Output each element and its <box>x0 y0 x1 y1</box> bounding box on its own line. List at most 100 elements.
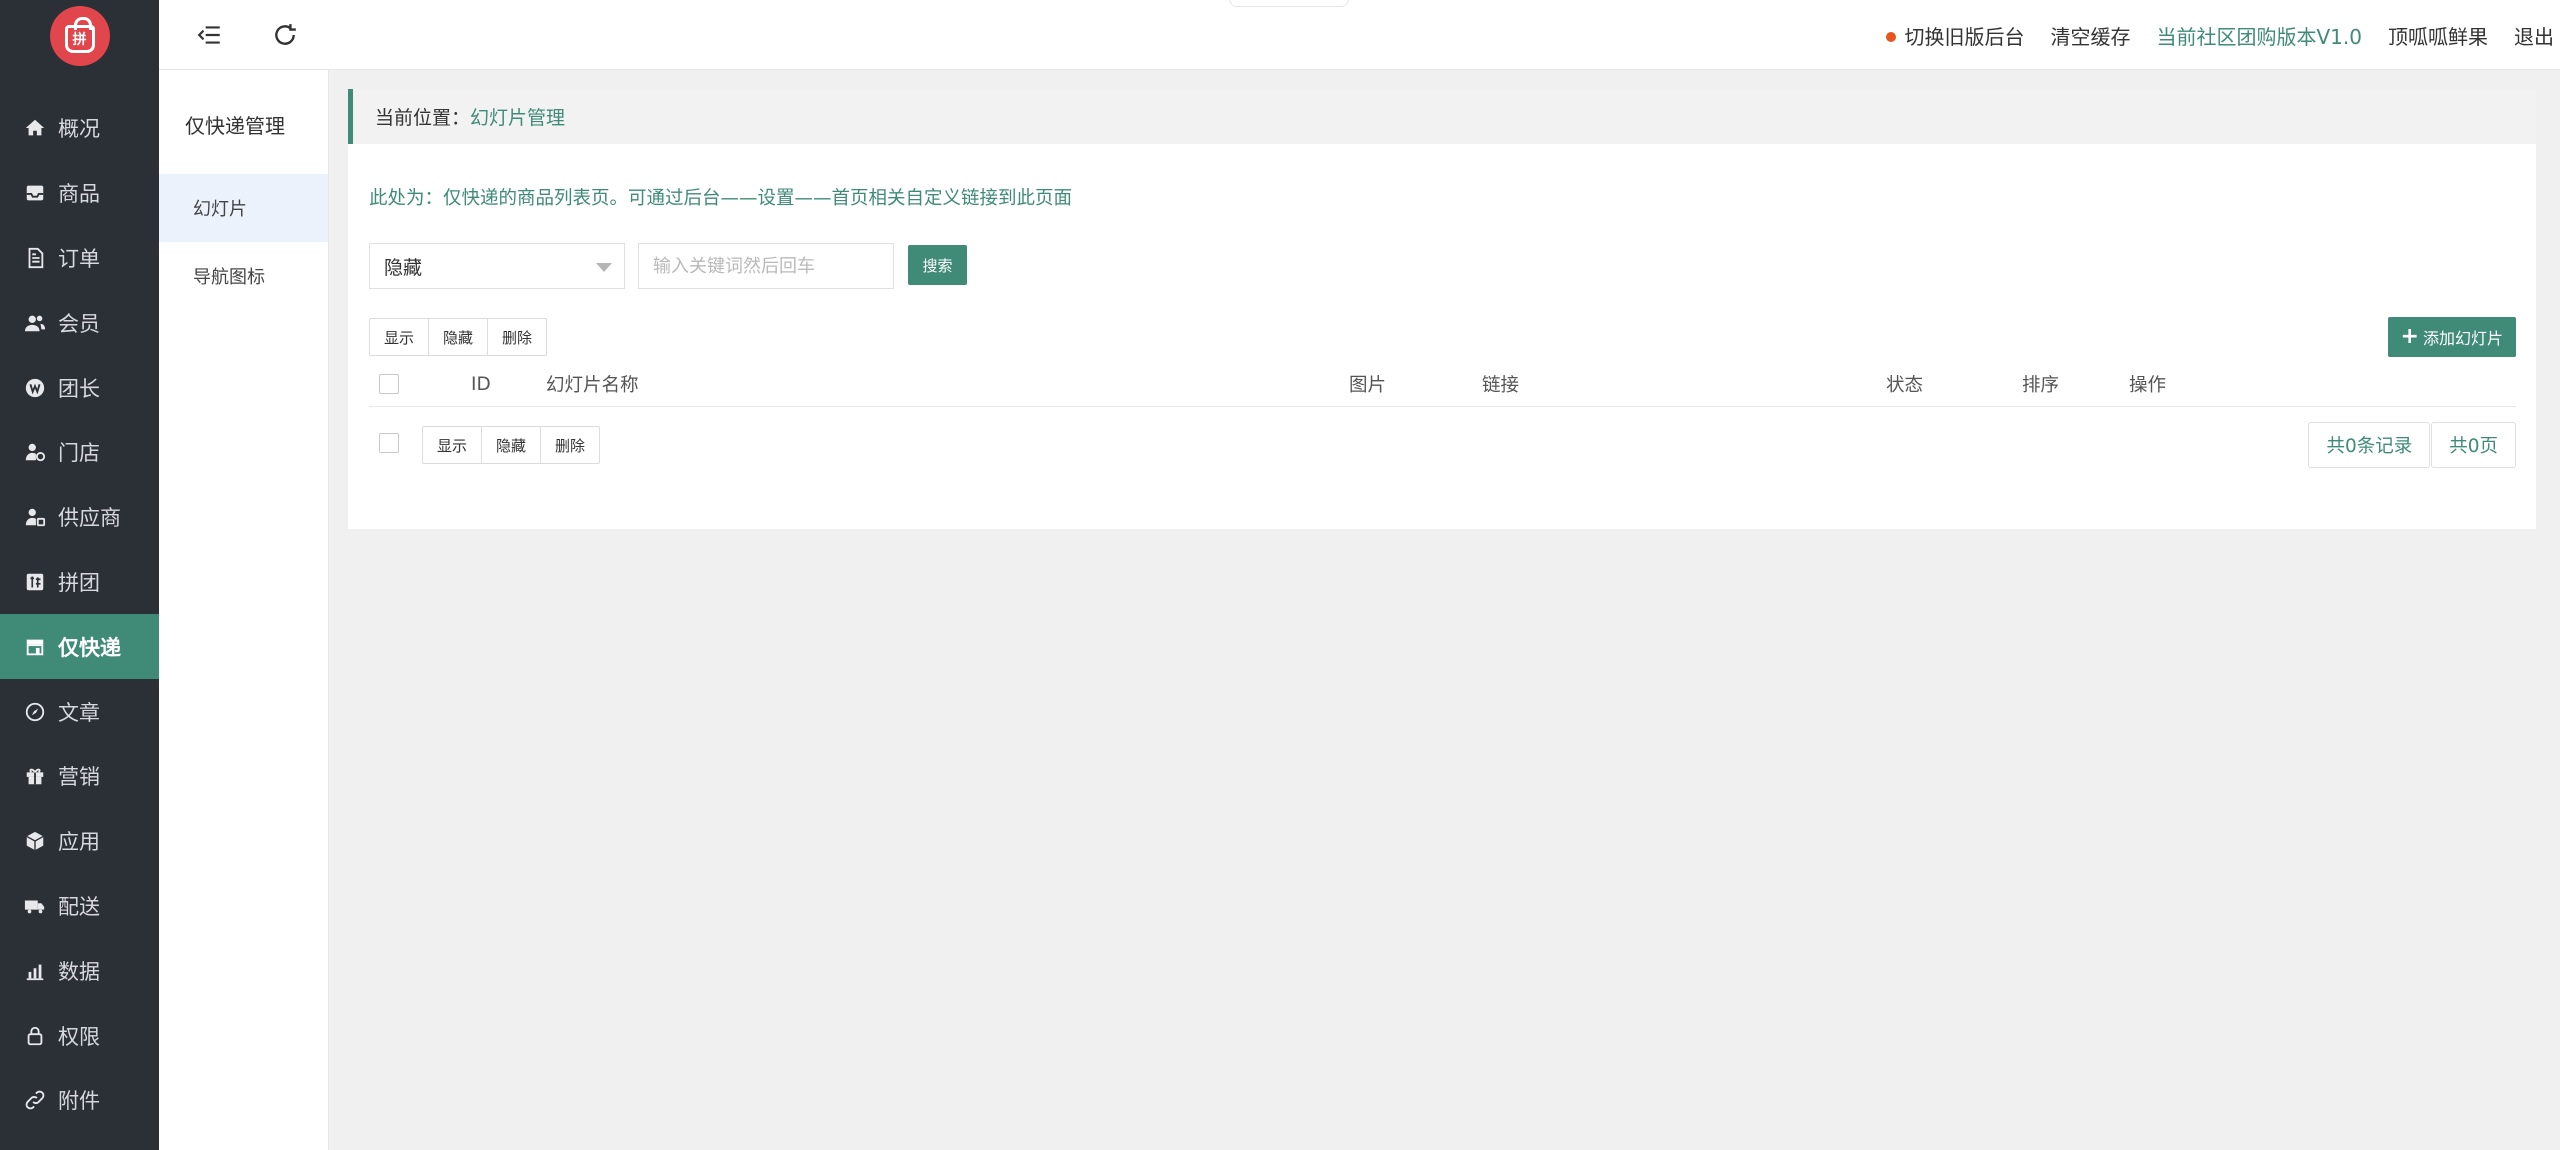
nav-label: 供应商 <box>58 506 121 531</box>
users-icon <box>24 312 46 334</box>
lock-icon <box>24 1025 46 1047</box>
header-notch <box>1229 0 1349 7</box>
nav-label: 订单 <box>58 246 100 271</box>
nav-item-stores[interactable]: 门店 <box>0 420 159 485</box>
refresh-icon[interactable] <box>272 22 298 48</box>
breadcrumb-prefix: 当前位置： <box>375 107 471 129</box>
hide-button-bottom[interactable]: 隐藏 <box>481 426 542 464</box>
total-records: 共0条记录 <box>2308 422 2431 468</box>
column-header-actions: 操作 <box>2129 375 2167 396</box>
column-header-sort: 排序 <box>2022 375 2060 396</box>
nav-item-goods[interactable]: 商品 <box>0 161 159 226</box>
content-panel: 当前位置： 幻灯片管理 此处为：仅快递的商品列表页。可通过后台——设置——首页相… <box>348 89 2536 529</box>
store-user-icon <box>24 441 46 463</box>
sub-sidebar: 仅快递管理 幻灯片 导航图标 <box>159 70 329 1150</box>
bulk-actions-top: 显示 隐藏 删除 <box>369 318 548 356</box>
leader-icon <box>24 377 46 399</box>
main-nav: 概况 商品 订单 会员 团长 门店 供应商 拼团 仅快递 文章 营销 应用 配送… <box>0 96 159 1150</box>
nav-label: 商品 <box>58 182 100 207</box>
shop-icon <box>24 636 46 658</box>
bulk-actions-bottom: 显示 隐藏 删除 <box>422 426 601 464</box>
nav-label: 拼团 <box>58 570 100 595</box>
nav-label: 门店 <box>58 441 100 466</box>
show-button[interactable]: 显示 <box>369 318 430 356</box>
nav-label: 文章 <box>58 700 100 725</box>
nav-item-permissions[interactable]: 权限 <box>0 1003 159 1068</box>
chart-icon <box>24 960 46 982</box>
column-header-name: 幻灯片名称 <box>546 375 639 396</box>
delete-button-bottom[interactable]: 删除 <box>540 426 601 464</box>
nav-label: 概况 <box>58 117 100 142</box>
pagination: 共0条记录 共0页 <box>2307 422 2516 468</box>
breadcrumb: 当前位置： 幻灯片管理 <box>348 89 2536 144</box>
plus-icon: + <box>2400 324 2419 349</box>
page-notice: 此处为：仅快递的商品列表页。可通过后台——设置——首页相关自定义链接到此页面 <box>369 188 1073 209</box>
keyword-input[interactable] <box>638 243 894 289</box>
hide-button[interactable]: 隐藏 <box>428 318 489 356</box>
breadcrumb-current[interactable]: 幻灯片管理 <box>470 103 565 130</box>
sub-sidebar-title: 仅快递管理 <box>185 113 285 138</box>
nav-item-settings[interactable]: 设置 <box>0 1133 159 1150</box>
nav-item-articles[interactable]: 文章 <box>0 679 159 744</box>
nav-label: 会员 <box>58 311 100 336</box>
table-header: ID 幻灯片名称 图片 链接 状态 排序 操作 <box>369 361 2516 407</box>
truck-icon <box>24 895 46 917</box>
nav-item-members[interactable]: 会员 <box>0 290 159 355</box>
nav-item-leaders[interactable]: 团长 <box>0 355 159 420</box>
nav-item-group-buy[interactable]: 拼团 <box>0 550 159 615</box>
nav-label: 团长 <box>58 376 100 401</box>
nav-item-data[interactable]: 数据 <box>0 938 159 1003</box>
home-icon <box>24 117 46 139</box>
nav-item-express-only[interactable]: 仅快递 <box>0 614 159 680</box>
group-buy-icon <box>24 571 46 593</box>
delete-button[interactable]: 删除 <box>487 318 548 356</box>
add-slide-label: 添加幻灯片 <box>2422 329 2503 348</box>
logo-area: 拼 <box>0 0 159 72</box>
nav-label: 营销 <box>58 765 100 790</box>
nav-item-orders[interactable]: 订单 <box>0 226 159 291</box>
nav-item-apps[interactable]: 应用 <box>0 809 159 874</box>
nav-item-attachments[interactable]: 附件 <box>0 1068 159 1133</box>
switch-old-admin-link[interactable]: 切换旧版后台 <box>1886 21 2025 50</box>
nav-label: 数据 <box>58 959 100 984</box>
select-all-checkbox-bottom[interactable] <box>379 433 399 453</box>
version-link[interactable]: 当前社区团购版本V1.0 <box>2157 21 2363 50</box>
nav-item-delivery[interactable]: 配送 <box>0 874 159 939</box>
sub-item-slides[interactable]: 幻灯片 <box>159 174 328 242</box>
compass-icon <box>24 701 46 723</box>
app-logo[interactable]: 拼 <box>49 6 110 66</box>
box-icon <box>24 830 46 852</box>
nav-item-marketing[interactable]: 营销 <box>0 744 159 809</box>
column-header-id: ID <box>471 373 491 395</box>
nav-label: 附件 <box>58 1089 100 1114</box>
nav-label: 权限 <box>58 1024 100 1049</box>
status-select[interactable]: 隐藏 <box>369 243 625 289</box>
shop-name-link[interactable]: 顶呱呱鲜果 <box>2388 21 2488 50</box>
sub-item-nav-icons[interactable]: 导航图标 <box>159 242 328 310</box>
show-button-bottom[interactable]: 显示 <box>422 426 483 464</box>
search-button[interactable]: 搜索 <box>908 245 967 285</box>
collapse-menu-icon[interactable] <box>197 22 223 48</box>
column-header-status: 状态 <box>1886 375 1924 396</box>
add-slide-button[interactable]: + 添加幻灯片 <box>2387 317 2516 357</box>
supplier-icon <box>24 506 46 528</box>
link-icon <box>24 1089 46 1111</box>
logout-link[interactable]: 退出 <box>2514 21 2554 50</box>
nav-label: 应用 <box>58 830 100 855</box>
clear-cache-link[interactable]: 清空缓存 <box>2051 21 2131 50</box>
column-header-image: 图片 <box>1349 375 1387 396</box>
main-sidebar: 拼 概况 商品 订单 会员 团长 门店 供应商 拼团 仅快递 文章 营销 应用 … <box>0 0 159 1150</box>
status-select-value: 隐藏 <box>384 256 423 279</box>
shopping-bag-icon: 拼 <box>64 17 95 53</box>
total-pages: 共0页 <box>2431 422 2516 468</box>
gift-icon <box>24 765 46 787</box>
nav-item-suppliers[interactable]: 供应商 <box>0 485 159 550</box>
nav-label: 配送 <box>58 894 100 919</box>
header-links: 切换旧版后台 清空缓存 当前社区团购版本V1.0 顶呱呱鲜果 退出 <box>1886 0 2560 70</box>
document-icon <box>24 247 46 269</box>
select-all-checkbox[interactable] <box>379 374 399 394</box>
nav-item-overview[interactable]: 概况 <box>0 96 159 161</box>
nav-label: 仅快递 <box>58 635 121 660</box>
inbox-icon <box>24 182 46 204</box>
logo-text: 拼 <box>72 32 87 48</box>
